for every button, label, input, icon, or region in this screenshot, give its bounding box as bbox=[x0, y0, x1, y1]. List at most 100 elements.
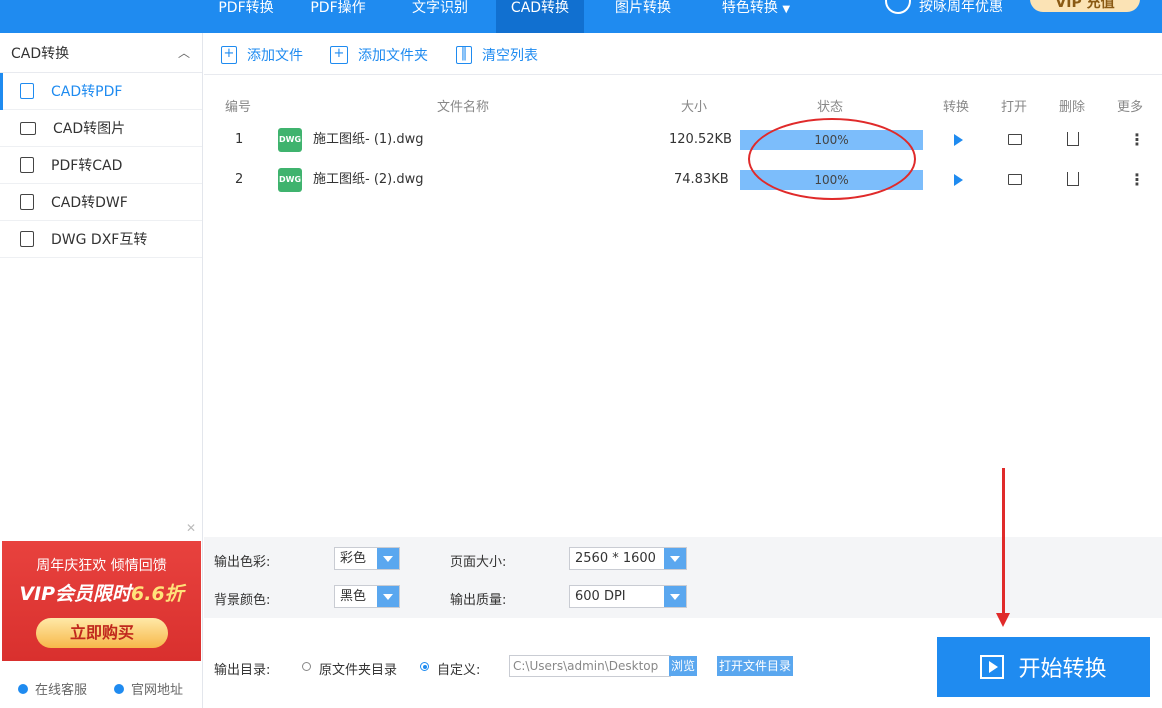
annotation-arrow bbox=[996, 468, 1010, 627]
header-size: 大小 bbox=[681, 100, 708, 115]
sidebar-item-cad-to-image[interactable]: CAD转图片 bbox=[0, 110, 202, 147]
convert-play-icon[interactable] bbox=[954, 174, 963, 186]
background-color-value: 黑色 bbox=[340, 589, 367, 604]
sidebar-item-cad-to-pdf[interactable]: CAD转PDF bbox=[0, 73, 202, 110]
play-icon bbox=[980, 655, 1005, 679]
sidebar-footer: 在线客服 官网地址 bbox=[0, 668, 203, 708]
background-color-select[interactable]: 黑色 bbox=[334, 585, 400, 608]
vip-recharge-button[interactable]: VIP 充值 bbox=[1030, 0, 1140, 12]
more-icon[interactable]: ⋮ bbox=[1129, 170, 1145, 190]
header-filename: 文件名称 bbox=[437, 100, 490, 115]
header-index: 编号 bbox=[225, 100, 252, 115]
sidebar-item-label: CAD转PDF bbox=[51, 84, 123, 100]
sidebar-section-header[interactable]: CAD转换 ︿ bbox=[0, 33, 202, 73]
sidebar-item-dwg-dxf[interactable]: DWG DXF互转 bbox=[0, 221, 202, 258]
header-delete: 删除 bbox=[1059, 100, 1086, 115]
sidebar-item-label: DWG DXF互转 bbox=[51, 232, 148, 248]
file-convert-icon bbox=[20, 157, 34, 173]
add-file-icon: + bbox=[221, 46, 237, 64]
browse-button[interactable]: 浏览 bbox=[669, 656, 697, 676]
table-row[interactable]: 2 DWG 施工图纸- (2).dwg 74.83KB 100% ⋮ bbox=[204, 160, 1162, 200]
row-index: 2 bbox=[235, 172, 244, 187]
table-row[interactable]: 1 DWG 施工图纸- (1).dwg 120.52KB 100% ⋮ bbox=[204, 120, 1162, 160]
buy-now-button[interactable]: 立即购买 bbox=[36, 618, 168, 648]
website-link[interactable]: 官网地址 bbox=[114, 679, 183, 698]
sidebar-section-title: CAD转换 bbox=[11, 45, 70, 62]
user-area[interactable]: 按咏周年优惠 bbox=[885, 0, 1025, 15]
row-size: 120.52KB bbox=[669, 132, 732, 147]
add-file-label: 添加文件 bbox=[247, 48, 303, 64]
nav-special-convert[interactable]: 特色转换 ▼ bbox=[702, 0, 810, 33]
open-folder-icon[interactable] bbox=[1008, 174, 1022, 185]
promo-line-2: VIP会员限时6.6折 bbox=[2, 579, 201, 606]
vip-promo-banner[interactable]: 周年庆狂欢 倾情回馈 VIP会员限时6.6折 立即购买 bbox=[2, 541, 201, 661]
nav-cad-convert[interactable]: CAD转换 bbox=[496, 0, 584, 33]
row-size: 74.83KB bbox=[674, 172, 729, 187]
dwg-file-icon: DWG bbox=[278, 128, 302, 152]
add-folder-icon: + bbox=[330, 46, 348, 64]
nav-pdf-convert[interactable]: PDF转换 bbox=[200, 0, 292, 33]
background-color-label: 背景颜色: bbox=[214, 593, 271, 608]
clear-list-button[interactable]: ‖ 清空列表 bbox=[456, 45, 538, 65]
radio-custom-folder[interactable] bbox=[420, 662, 429, 671]
output-path-input[interactable]: C:\Users\admin\Desktop bbox=[509, 655, 671, 677]
add-folder-label: 添加文件夹 bbox=[358, 48, 428, 64]
sidebar-item-label: CAD转DWF bbox=[51, 195, 128, 211]
output-color-label: 输出色彩: bbox=[214, 555, 271, 570]
sidebar-item-cad-to-dwf[interactable]: CAD转DWF bbox=[0, 184, 202, 221]
nav-label: CAD转换 bbox=[510, 0, 570, 16]
header-more: 更多 bbox=[1117, 100, 1144, 115]
radio-original-folder[interactable] bbox=[302, 662, 311, 671]
nav-label: 图片转换 bbox=[615, 0, 671, 16]
image-icon bbox=[20, 121, 36, 135]
more-icon[interactable]: ⋮ bbox=[1129, 130, 1145, 150]
promo-line-1: 周年庆狂欢 倾情回馈 bbox=[36, 558, 167, 574]
clear-list-label: 清空列表 bbox=[482, 48, 538, 64]
add-folder-button[interactable]: + 添加文件夹 bbox=[330, 45, 428, 65]
convert-play-icon[interactable] bbox=[954, 134, 963, 146]
open-folder-icon[interactable] bbox=[1008, 134, 1022, 145]
headset-icon bbox=[18, 683, 28, 694]
file-icon bbox=[20, 194, 34, 210]
file-toolbar: + 添加文件 + 添加文件夹 ‖ 清空列表 bbox=[204, 33, 1162, 75]
custom-folder-label[interactable]: 自定义: bbox=[437, 659, 480, 678]
dwg-file-icon: DWG bbox=[278, 168, 302, 192]
website-label: 官网地址 bbox=[131, 683, 184, 698]
nav-ocr[interactable]: 文字识别 bbox=[384, 0, 496, 33]
chevron-down-icon: ▼ bbox=[782, 4, 791, 15]
online-service-label: 在线客服 bbox=[35, 683, 88, 698]
top-nav-bar: PDF转换 PDF操作 文字识别 CAD转换 图片转换 特色转换 ▼ 按咏周年优… bbox=[0, 0, 1162, 33]
annotation-circle bbox=[748, 118, 916, 200]
delete-icon[interactable] bbox=[1067, 132, 1079, 146]
output-quality-select[interactable]: 600 DPI bbox=[569, 585, 687, 608]
sidebar-item-pdf-to-cad[interactable]: PDF转CAD bbox=[0, 147, 202, 184]
main-nav: PDF转换 PDF操作 文字识别 CAD转换 图片转换 特色转换 ▼ bbox=[200, 0, 810, 33]
ad-close-icon[interactable]: ✕ bbox=[186, 521, 196, 535]
nav-image-convert[interactable]: 图片转换 bbox=[584, 0, 702, 33]
user-promo-text: 按咏周年优惠 bbox=[919, 0, 1003, 15]
original-folder-label[interactable]: 原文件夹目录 bbox=[319, 659, 397, 678]
delete-icon[interactable] bbox=[1067, 172, 1079, 186]
row-index: 1 bbox=[235, 132, 244, 147]
nav-label: 文字识别 bbox=[412, 0, 468, 16]
chevron-up-icon: ︿ bbox=[177, 46, 190, 60]
trash-icon: ‖ bbox=[456, 46, 472, 64]
add-file-button[interactable]: + 添加文件 bbox=[221, 45, 303, 65]
file-text-icon bbox=[20, 231, 34, 247]
sidebar-item-label: CAD转图片 bbox=[53, 121, 126, 137]
header-status: 状态 bbox=[817, 100, 844, 115]
user-avatar-icon bbox=[885, 0, 911, 14]
output-color-value: 彩色 bbox=[340, 551, 367, 566]
start-convert-button[interactable]: 开始转换 bbox=[937, 637, 1150, 697]
nav-pdf-ops[interactable]: PDF操作 bbox=[292, 0, 384, 33]
row-filename: 施工图纸- (2).dwg bbox=[313, 172, 424, 187]
page-size-select[interactable]: 2560 * 1600 bbox=[569, 547, 687, 570]
chevron-down-icon bbox=[377, 548, 399, 569]
output-settings-panel: 输出色彩: 彩色 背景颜色: 黑色 页面大小: 2560 * 1600 输出质量… bbox=[204, 537, 1162, 618]
promo-line-2-prefix: VIP会员限时 bbox=[19, 583, 132, 605]
online-service-link[interactable]: 在线客服 bbox=[18, 679, 87, 698]
open-folder-button[interactable]: 打开文件目录 bbox=[717, 656, 793, 676]
output-quality-value: 600 DPI bbox=[575, 589, 626, 604]
output-quality-label: 输出质量: bbox=[450, 593, 507, 608]
output-color-select[interactable]: 彩色 bbox=[334, 547, 400, 570]
